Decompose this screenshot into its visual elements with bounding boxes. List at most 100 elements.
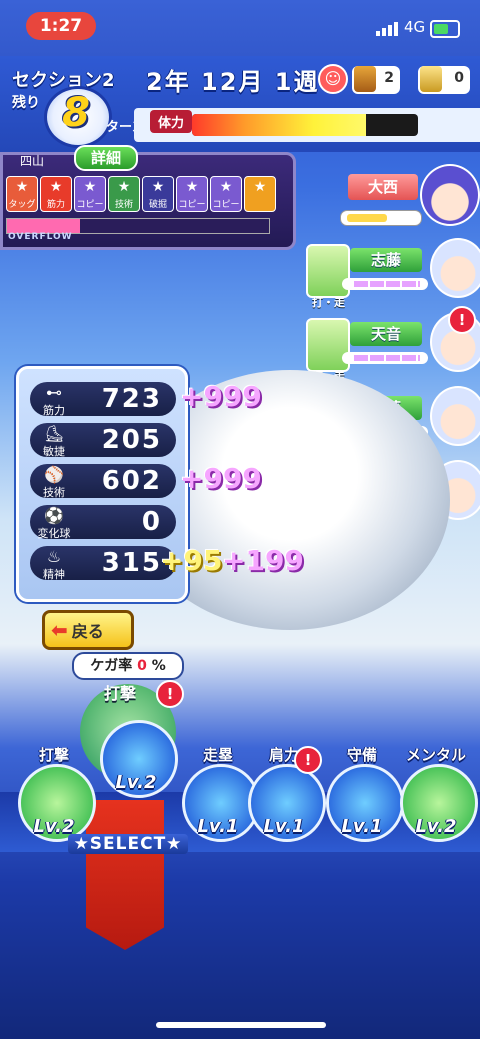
bat-training-icon: 打・走 <box>306 318 350 383</box>
skill-icon[interactable]: ★ コピー <box>176 176 208 212</box>
training-level: Lv.1 <box>263 816 305 837</box>
overflow-fill <box>7 219 81 233</box>
stat-row: ⚽ 変化球 0 <box>30 505 176 541</box>
treasure-chest-icon <box>420 66 442 92</box>
skill-glyph-icon: ★ <box>151 179 165 195</box>
spirit-bonus-a: +95 <box>160 544 223 577</box>
tech-bonus: +999 <box>180 462 262 495</box>
spirit-icon: ♨ 精神 <box>43 547 65 582</box>
stat-value: 315 <box>101 548 162 578</box>
partner-tag: 打・走 <box>312 296 345 309</box>
injury-value: 0 <box>137 658 147 674</box>
power-bonus: +999 <box>180 380 262 413</box>
partner-name: 志藤 <box>350 248 422 272</box>
stat-value: 602 <box>101 466 162 496</box>
bat-icon: ⚾ 技術 <box>43 465 65 500</box>
shoe-icon: ⛸ 敏捷 <box>43 424 65 459</box>
stat-value: 0 <box>141 507 162 537</box>
training-option[interactable]: メンタル Lv.2 <box>394 744 478 852</box>
alert-icon: ! <box>448 306 476 334</box>
remaining-label: 残り <box>12 95 40 111</box>
signal-icon <box>376 22 398 36</box>
skill-glyph-icon: ★ <box>15 179 29 195</box>
stat-label: 変化球 <box>37 527 71 540</box>
alert-icon: ! <box>294 746 322 774</box>
skill-icon[interactable]: ★ コピー <box>210 176 242 212</box>
arrow-left-icon: ⬅ <box>51 618 68 642</box>
select-banner <box>86 800 164 950</box>
skill-icon[interactable]: ★ タッグ <box>6 176 38 212</box>
silver-chest[interactable]: 2 <box>352 66 400 94</box>
partner-avatar <box>430 386 480 446</box>
partner-card[interactable]: 打・走 志藤 <box>306 238 480 309</box>
date-display: 2年 12月 1週 <box>146 68 320 96</box>
skill-label: コピー <box>178 200 206 210</box>
skill-glyph-icon: ★ <box>219 179 233 195</box>
skill-icon[interactable]: ★ 技術 <box>108 176 140 212</box>
skill-icon[interactable]: ★ コピー <box>74 176 106 212</box>
stat-label: 敏捷 <box>43 445 65 458</box>
skill-label: コピー <box>76 200 104 210</box>
treasure-chest-icon <box>354 66 376 92</box>
skill-label: 筋力 <box>46 200 65 210</box>
partner-card[interactable]: 打・走天音! <box>306 306 480 383</box>
stat-row: ⊷ 筋力 723 <box>30 382 176 418</box>
skill-icon[interactable]: ★ 筋力 <box>40 176 72 212</box>
coach-avatar[interactable] <box>420 164 480 226</box>
training-level: Lv.2 <box>415 816 457 837</box>
skill-label: コピー <box>212 200 240 210</box>
training-option[interactable]: Lv.2 <box>94 700 178 808</box>
stat-value: 723 <box>101 384 162 414</box>
clock: 1:27 <box>26 12 96 40</box>
training-name: 守備 <box>346 746 377 764</box>
skill-label: 技術 <box>114 200 133 210</box>
detail-button[interactable]: 詳細 <box>74 145 138 171</box>
coach-gauge <box>340 210 422 226</box>
training-level: Lv.2 <box>115 772 157 793</box>
partner-avatar <box>430 238 480 298</box>
coach-name[interactable]: 大西 <box>348 174 418 200</box>
skill-glyph-icon: ★ <box>117 179 131 195</box>
skill-label: 破掘 <box>148 200 167 210</box>
bond-gauge <box>342 352 428 364</box>
silver-chest-count: 2 <box>384 70 394 86</box>
network-label: 4G <box>404 18 426 36</box>
training-name: メンタル <box>405 746 466 764</box>
spirit-bonus-b: +199 <box>222 544 304 577</box>
bat-training-icon: 打・走 <box>306 244 350 309</box>
stat-label: 精神 <box>43 568 65 581</box>
stamina-label: 体力 <box>150 110 193 133</box>
ball-icon: ⚽ 変化球 <box>37 506 71 541</box>
gold-chest-count: 0 <box>454 70 464 86</box>
stamina-bar <box>192 114 418 136</box>
injury-label: ケガ率 <box>90 658 133 674</box>
stat-row: ⛸ 敏捷 205 <box>30 423 176 459</box>
skill-glyph-icon: ★ <box>83 179 97 195</box>
skill-glyph-icon: ★ <box>49 179 63 195</box>
gold-chest[interactable]: 0 <box>418 66 470 94</box>
turns-left: 8 <box>62 90 90 136</box>
dumbbell-icon: ⊷ 筋力 <box>43 383 65 418</box>
stat-row: ⚾ 技術 602 <box>30 464 176 500</box>
battery-icon <box>430 20 460 38</box>
back-label: 戻る <box>71 622 104 641</box>
skill-icon[interactable]: ★ <box>244 176 276 212</box>
select-label: ★SELECT★ <box>68 834 188 854</box>
skill-icon[interactable]: ★ 破掘 <box>142 176 174 212</box>
stat-label: 技術 <box>43 486 65 499</box>
training-option[interactable]: 守備 Lv.1 <box>320 744 404 852</box>
partner-name: 天音 <box>350 322 422 346</box>
back-button[interactable]: ⬅ 戻る <box>42 610 134 650</box>
home-indicator[interactable] <box>156 1022 326 1028</box>
training-level: Lv.1 <box>341 816 383 837</box>
mood-smile-icon[interactable]: ☺ <box>318 64 348 94</box>
injury-unit: % <box>151 658 166 674</box>
bond-gauge <box>342 278 428 290</box>
skill-glyph-icon: ★ <box>253 179 267 195</box>
character-name: 四山 <box>20 154 45 168</box>
skill-glyph-icon: ★ <box>185 179 199 195</box>
stat-row: ♨ 精神 315 <box>30 546 176 582</box>
overflow-label: OVERFLOW <box>8 232 73 242</box>
stat-label: 筋力 <box>43 404 65 417</box>
stamina-fill <box>192 114 367 136</box>
